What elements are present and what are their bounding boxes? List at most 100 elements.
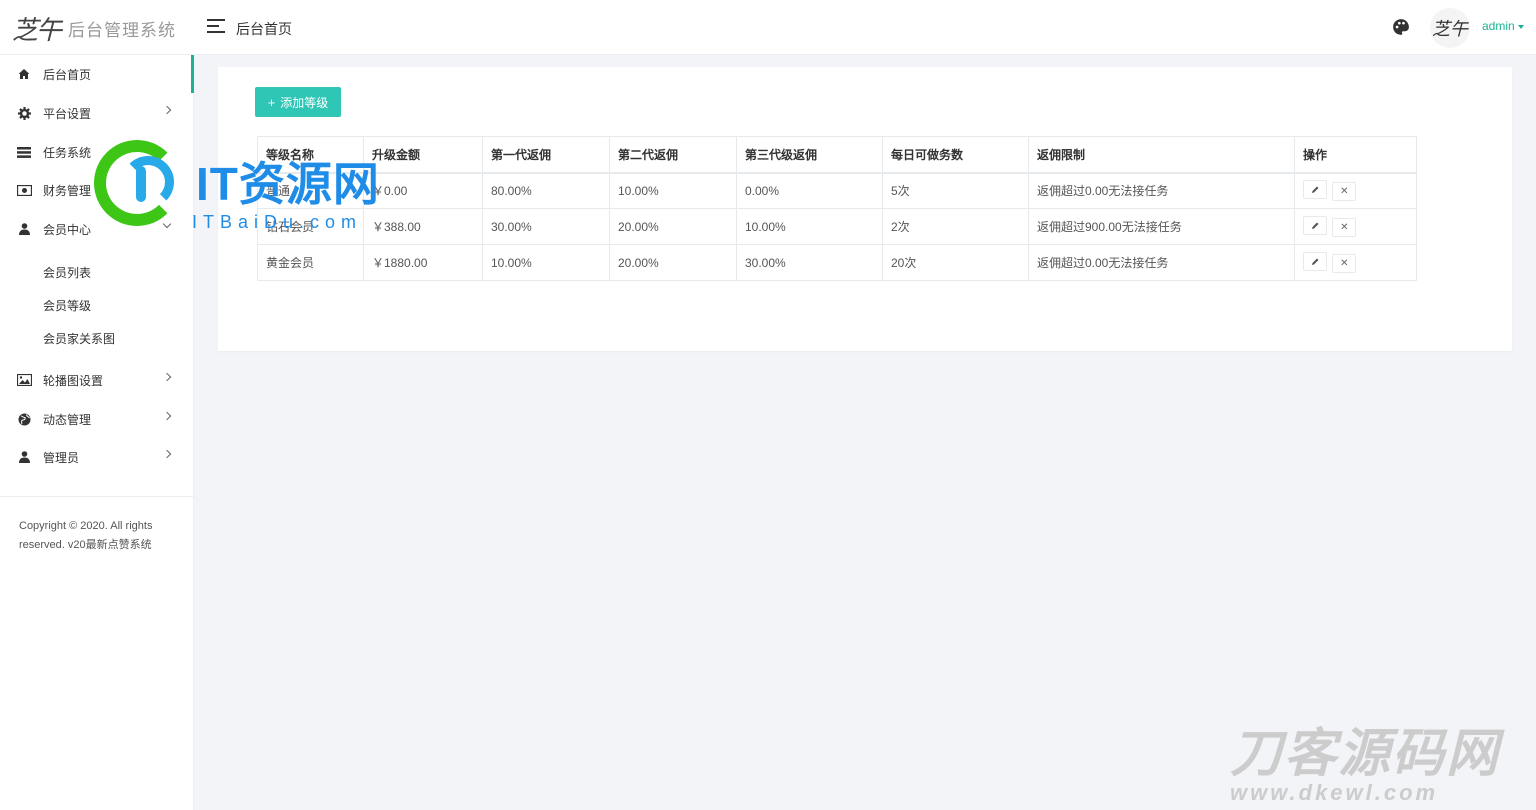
cell-rebate-3: 0.00%	[736, 172, 883, 209]
home-icon	[16, 66, 32, 82]
cell-rebate-limit: 返佣超过0.00无法接任务	[1028, 172, 1295, 209]
cell-level-name: 钻石会员	[257, 208, 364, 245]
palette-icon[interactable]	[1392, 18, 1410, 36]
cell-actions: ✕	[1294, 208, 1417, 245]
member-level-table: 等级名称 升级金额 第一代返佣 第二代返佣 第三代级返佣 每日可做务数 返佣限制…	[257, 136, 1417, 281]
money-icon	[16, 182, 32, 198]
cell-daily-tasks: 2次	[882, 208, 1029, 245]
sidebar-item-platform-settings[interactable]: 平台设置	[0, 94, 194, 132]
cell-upgrade-amount: ￥388.00	[363, 208, 483, 245]
chevron-right-icon	[162, 449, 172, 459]
gear-icon	[16, 105, 32, 121]
cell-upgrade-amount: ￥0.00	[363, 172, 483, 209]
watermark-title: 刀客源码网	[1230, 725, 1501, 783]
chevron-right-icon	[162, 105, 172, 115]
dkewl-watermark: 刀客源码网 www.dkewl.com	[1230, 728, 1530, 806]
table-row: 钻石会员 ￥388.00 30.00% 20.00% 10.00% 2次 返佣超…	[257, 208, 1417, 245]
chevron-right-icon	[162, 372, 172, 382]
col-header: 操作	[1294, 136, 1417, 174]
cell-level-name: 普通	[257, 172, 364, 209]
cell-rebate-2: 10.00%	[609, 172, 737, 209]
cell-level-name: 黄金会员	[257, 244, 364, 281]
cell-rebate-3: 30.00%	[736, 244, 883, 281]
user-icon	[16, 221, 32, 237]
sidebar-subitem-member-level[interactable]: 会员等级	[43, 297, 91, 314]
col-header: 升级金额	[363, 136, 483, 174]
chevron-down-icon	[162, 219, 172, 229]
user-menu-dropdown[interactable]: admin	[1482, 19, 1524, 33]
logo-mark: 芝午	[12, 15, 62, 46]
col-header: 第二代返佣	[609, 136, 737, 174]
cell-rebate-3: 10.00%	[736, 208, 883, 245]
sidebar-item-label: 平台设置	[43, 106, 92, 121]
sidebar-item-label: 任务系统	[43, 145, 92, 160]
app-title: 后台管理系统	[68, 20, 177, 40]
sidebar-item-admin[interactable]: 管理员	[0, 438, 194, 476]
sidebar-divider	[0, 496, 194, 497]
app-logo[interactable]: 芝午 后台管理系统	[12, 12, 177, 46]
cell-daily-tasks: 5次	[882, 172, 1029, 209]
sidebar-item-label: 管理员	[43, 450, 80, 465]
edit-button[interactable]	[1303, 252, 1327, 271]
edit-button[interactable]	[1303, 216, 1327, 235]
cell-rebate-limit: 返佣超过0.00无法接任务	[1028, 244, 1295, 281]
task-list-icon	[16, 144, 32, 160]
table-header-row: 等级名称 升级金额 第一代返佣 第二代返佣 第三代级返佣 每日可做务数 返佣限制…	[257, 136, 1417, 174]
sidebar-item-label: 会员中心	[43, 222, 92, 237]
sidebar-item-carousel-settings[interactable]: 轮播图设置	[0, 361, 194, 399]
cell-rebate-limit: 返佣超过900.00无法接任务	[1028, 208, 1295, 245]
content-card: + 添加等级 等级名称 升级金额 第一代返佣 第二代返佣 第三代级返佣 每日可做…	[218, 67, 1512, 351]
image-icon	[16, 372, 32, 388]
close-icon: ✕	[1340, 186, 1349, 198]
user-icon	[16, 449, 32, 465]
cell-rebate-1: 10.00%	[482, 244, 610, 281]
sidebar-item-label: 动态管理	[43, 412, 92, 427]
top-header: 芝午 后台管理系统 后台首页 芝午 admin	[0, 0, 1536, 55]
sidebar-item-member-center[interactable]: 会员中心	[0, 210, 194, 248]
add-level-button[interactable]: + 添加等级	[255, 87, 341, 117]
header-page-title: 后台首页	[236, 21, 292, 37]
close-icon: ✕	[1340, 258, 1349, 269]
sidebar-item-news[interactable]: 动态管理	[0, 400, 194, 438]
sidebar-item-label: 财务管理	[43, 183, 92, 198]
table-row: 普通 ￥0.00 80.00% 10.00% 0.00% 5次 返佣超过0.00…	[257, 172, 1417, 209]
copyright-text: Copyright © 2020. All rights reserved. v…	[19, 520, 153, 551]
cell-actions: ✕	[1294, 244, 1417, 281]
avatar[interactable]: 芝午	[1430, 8, 1470, 48]
cell-actions: ✕	[1294, 172, 1417, 209]
pencil-icon	[1311, 186, 1318, 194]
sidebar-item-task-system[interactable]: 任务系统	[0, 133, 194, 171]
sidebar-item-label: 轮播图设置	[43, 373, 104, 388]
sidebar-item-finance[interactable]: 财务管理	[0, 171, 194, 209]
globe-icon	[16, 411, 32, 427]
sidebar: 后台首页 平台设置 任务系统 财务管理 会员中心 会员列表 会员等级 会员家关系…	[0, 55, 194, 810]
sidebar-item-home[interactable]: 后台首页	[0, 55, 194, 93]
cell-rebate-1: 30.00%	[482, 208, 610, 245]
delete-button[interactable]: ✕	[1332, 182, 1357, 202]
cell-rebate-1: 80.00%	[482, 172, 610, 209]
cell-daily-tasks: 20次	[882, 244, 1029, 281]
pencil-icon	[1311, 258, 1318, 265]
sidebar-subitem-member-list[interactable]: 会员列表	[43, 264, 91, 281]
col-header: 第三代级返佣	[736, 136, 883, 174]
menu-toggle-icon[interactable]	[207, 19, 225, 35]
delete-button[interactable]: ✕	[1332, 254, 1357, 273]
add-level-label: 添加等级	[280, 95, 329, 110]
sidebar-subitem-member-tree[interactable]: 会员家关系图	[43, 330, 115, 347]
close-icon: ✕	[1340, 222, 1349, 233]
chevron-right-icon	[162, 411, 172, 421]
table-row: 黄金会员 ￥1880.00 10.00% 20.00% 30.00% 20次 返…	[257, 244, 1417, 281]
col-header: 每日可做务数	[882, 136, 1029, 174]
sidebar-item-label: 后台首页	[43, 67, 92, 82]
col-header: 返佣限制	[1028, 136, 1295, 174]
delete-button[interactable]: ✕	[1332, 218, 1357, 237]
cell-rebate-2: 20.00%	[609, 208, 737, 245]
cell-rebate-2: 20.00%	[609, 244, 737, 281]
plus-icon: +	[267, 94, 276, 110]
watermark-url: www.dkewl.com	[1230, 780, 1439, 805]
cell-upgrade-amount: ￥1880.00	[363, 244, 483, 281]
col-header: 第一代返佣	[482, 136, 610, 174]
col-header: 等级名称	[257, 136, 364, 174]
pencil-icon	[1311, 222, 1318, 229]
edit-button[interactable]	[1303, 180, 1327, 200]
